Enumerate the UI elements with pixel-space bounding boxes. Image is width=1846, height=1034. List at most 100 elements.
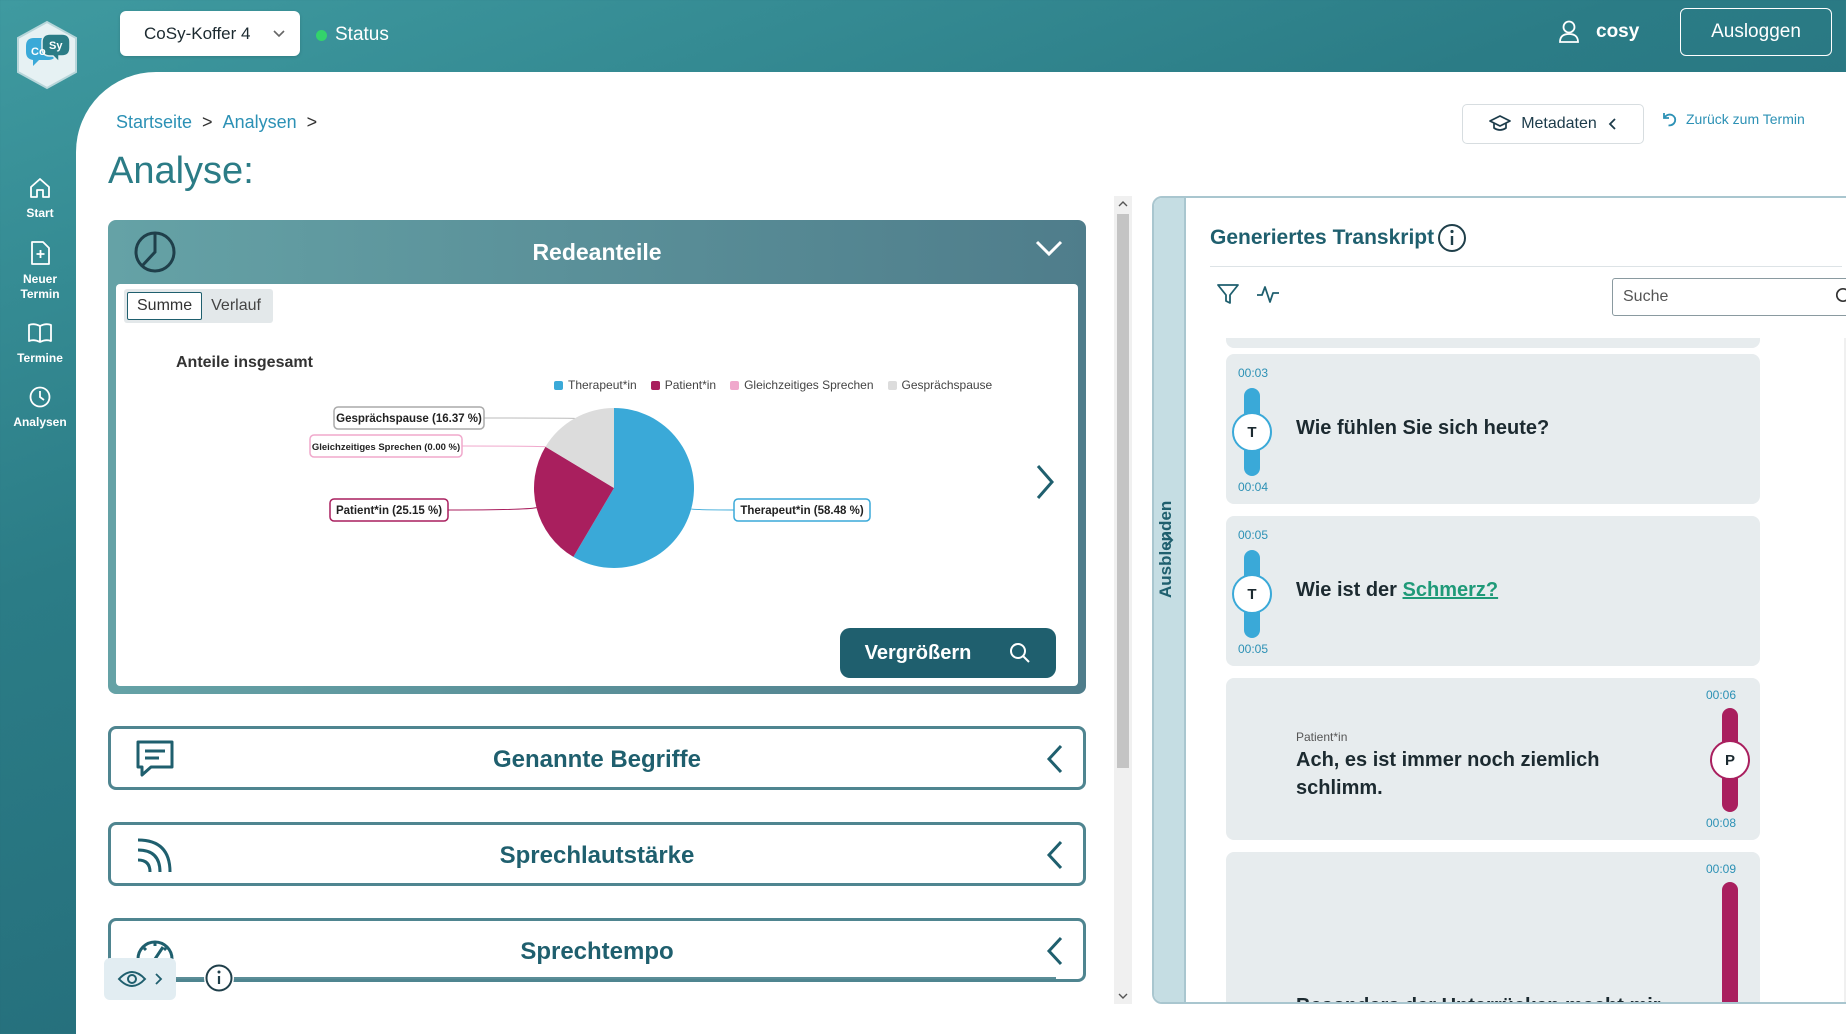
transcript-entry[interactable]: 00:09 Besonders der Unterrücken macht mi… [1226,852,1760,1002]
user-icon [1559,20,1579,43]
callout-label: Gleichzeitiges Sprechen (0.00 %) [312,442,460,453]
logout-button[interactable]: Ausloggen [1680,8,1832,56]
nav-label-appointments: Termine [17,351,63,365]
nav-item-new-appointment[interactable]: Neuer Termin [0,239,80,302]
speaker-badge: T [1232,412,1272,452]
chevron-left-icon [1046,840,1063,870]
chevron-down-icon [273,29,285,37]
user-name: cosy [1596,21,1640,42]
section-title: Sprechlautstärke [499,842,695,869]
user-menu[interactable]: cosy [1558,20,1639,44]
clock-history-icon [29,386,51,408]
entry-start-time: 00:06 [1706,688,1737,702]
entry-text: Wie fühlen Sie sich heute? [1296,417,1550,439]
section-title: Sprechtempo [520,938,674,965]
book-icon [28,323,52,343]
nav-label-new-appointment: Neuer Termin [20,272,60,301]
main-panel: Startseite > Analysen > Analyse: Metadat… [76,72,1846,1034]
logo-text-co: Co [31,46,46,58]
zoom-button[interactable]: Vergrößern [840,628,1056,678]
section-speech-tempo[interactable]: Sprechtempo [108,918,1086,982]
nav-item-analyses[interactable]: Analysen [0,384,80,430]
transcript-title: Generiertes Transkript [1210,226,1435,249]
page-title: Analyse: [108,150,254,192]
entry-start-time: 00:09 [1706,862,1737,876]
speaker-badge: P [1710,740,1750,780]
nav-item-start[interactable]: Start [0,175,80,221]
hide-label: Ausblenden [1156,500,1175,598]
info-icon[interactable] [204,963,234,993]
search-icon[interactable] [1835,287,1846,307]
transcript-list: 00:03 T 00:04 Wie fühlen Sie sich heute?… [1210,338,1846,1002]
chevron-left-icon [1046,936,1063,966]
pie-chart: Therapeut*in (58.48 %) Patient*in (25.15 … [309,406,871,568]
divider [1210,266,1842,267]
chevron-left-icon [1046,744,1063,774]
entry-duration-bar [1722,882,1738,1002]
graduation-cap-icon [1489,115,1512,131]
chevron-right-icon[interactable] [1034,462,1056,502]
speech-share-header[interactable]: Redeanteile [116,220,1078,284]
scroll-up-icon[interactable] [1117,200,1129,208]
entry-speaker: Patient*in [1296,730,1348,744]
chevron-left-icon [1608,118,1616,130]
transcript-entry[interactable]: 00:03 T 00:04 Wie fühlen Sie sich heute? [1226,354,1760,504]
back-to-appointment-link[interactable]: Zurück zum Termin [1660,110,1805,128]
hide-transcript-rail[interactable]: Ausblenden [1154,198,1186,1002]
main-scrollbar[interactable] [1114,196,1132,1004]
status-dot-icon [316,29,327,41]
callout-leader-line [461,445,546,448]
search-input[interactable] [1623,288,1823,306]
entry-text-before: Wie ist der [1296,579,1403,601]
metadata-label: Metadaten [1521,115,1597,132]
callout-label: Gesprächspause (16.37 %) [336,413,482,425]
metadata-button[interactable]: Metadaten [1462,104,1644,144]
entry-start-time: 00:05 [1238,528,1269,542]
status-label: Status [335,24,389,45]
transcript-entry[interactable]: 00:06 P 00:08 Patient*in Ach, es ist imm… [1226,678,1760,840]
filter-icon[interactable] [1216,282,1240,306]
callout-leader-line [691,508,735,511]
nav-item-appointments[interactable]: Termine [0,320,80,366]
device-select-value: CoSy-Koffer 4 [144,23,251,43]
keyword-link[interactable]: Schmerz? [1403,579,1499,601]
back-link-label: Zurück zum Termin [1686,111,1805,127]
side-nav: Start Neuer Termin Termine Analysen [0,175,80,448]
eye-icon [117,971,147,987]
speaker-badge: T [1232,574,1272,614]
visibility-toggle[interactable] [104,958,176,1000]
entry-end-time: 00:04 [1238,480,1269,494]
device-select[interactable]: CoSy-Koffer 4 [120,11,300,56]
speech-share-title: Redeanteile [532,239,662,265]
zoom-label: Vergrößern [864,641,972,664]
transcript-search[interactable] [1612,278,1846,316]
entry-text: Wie ist der Schmerz? [1296,576,1736,604]
breadcrumb-separator: > [306,112,318,132]
scroll-down-icon[interactable] [1117,992,1129,1000]
callout-leader-line [447,507,537,511]
nav-label-start: Start [26,206,54,220]
home-icon [30,178,50,198]
chevron-right-icon [155,973,163,985]
section-title: Genannte Begriffe [492,746,702,773]
new-document-icon [31,241,50,265]
logo-text-sy: Sy [49,40,63,52]
breadcrumb-analyses[interactable]: Analysen [223,112,297,133]
section-speech-volume[interactable]: Sprechlautstärke [108,822,1086,886]
entry-end-time: 00:08 [1706,816,1737,830]
transcript-card-partial [1226,338,1760,348]
transcript-entry[interactable]: 00:05 T 00:05 Wie ist der Schmerz? [1226,516,1760,666]
entry-end-time: 00:05 [1238,642,1269,656]
info-icon[interactable] [1436,222,1468,254]
cosy-logo[interactable]: Co Sy [12,20,82,90]
timeline-line [176,977,1056,979]
section-mentioned-terms[interactable]: Genannte Begriffe [108,726,1086,790]
scrollbar-thumb[interactable] [1117,214,1129,768]
chevron-down-icon[interactable] [1034,238,1064,258]
breadcrumb: Startseite > Analysen > [116,112,317,133]
entry-text: Besonders der Unterrücken macht mir [1296,992,1676,1002]
speech-share-body: Summe Verlauf Anteile insgesamt Therapeu… [116,284,1078,686]
breadcrumb-separator: > [202,112,213,132]
activity-icon[interactable] [1256,282,1280,306]
breadcrumb-home[interactable]: Startseite [116,112,192,133]
